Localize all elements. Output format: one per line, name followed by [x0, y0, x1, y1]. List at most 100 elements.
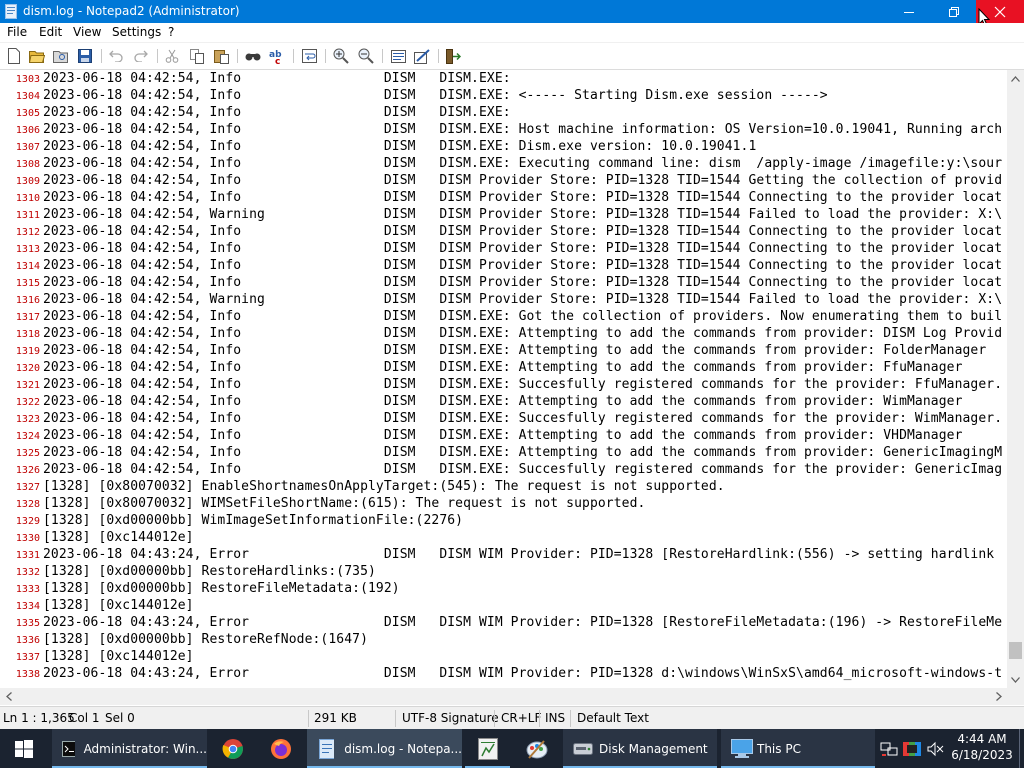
- taskbar-item-chrome[interactable]: [210, 729, 255, 768]
- zoom-in-button[interactable]: [332, 47, 350, 65]
- editor-line[interactable]: 1324 2023-06-18 04:42:54, Info DISM DISM.…: [0, 427, 1007, 444]
- line-text[interactable]: 2023-06-18 04:42:54, Info DISM DISM.EXE:…: [43, 444, 1002, 461]
- vertical-scroll-thumb[interactable]: [1009, 642, 1022, 659]
- zoom-out-button[interactable]: [357, 47, 375, 65]
- line-text[interactable]: 2023-06-18 04:42:54, Info DISM DISM.EXE:…: [43, 427, 963, 444]
- line-text[interactable]: 2023-06-18 04:43:24, Error DISM DISM WIM…: [43, 546, 994, 563]
- editor-line[interactable]: 1332 [1328] [0xd00000bb] RestoreHardlinks…: [0, 563, 1007, 580]
- line-text[interactable]: 2023-06-18 04:42:54, Warning DISM DISM P…: [43, 291, 1002, 308]
- line-text[interactable]: 2023-06-18 04:42:54, Info DISM DISM Prov…: [43, 257, 1002, 274]
- editor-line[interactable]: 1335 2023-06-18 04:43:24, Error DISM DISM…: [0, 614, 1007, 631]
- taskbar-item-notepad2[interactable]: dism.log - Notepa...: [307, 729, 462, 768]
- editor-line[interactable]: 1313 2023-06-18 04:42:54, Info DISM DISM …: [0, 240, 1007, 257]
- horizontal-scrollbar[interactable]: [0, 688, 1007, 705]
- editor-line[interactable]: 1326 2023-06-18 04:42:54, Info DISM DISM.…: [0, 461, 1007, 478]
- line-text[interactable]: 2023-06-18 04:42:54, Info DISM DISM.EXE:…: [43, 155, 1002, 172]
- copy-button[interactable]: [188, 47, 206, 65]
- cut-button[interactable]: [163, 47, 181, 65]
- editor-line[interactable]: 1320 2023-06-18 04:42:54, Info DISM DISM.…: [0, 359, 1007, 376]
- line-text[interactable]: [1328] [0xd00000bb] RestoreHardlinks:(73…: [43, 563, 376, 580]
- editor-line[interactable]: 1323 2023-06-18 04:42:54, Info DISM DISM.…: [0, 410, 1007, 427]
- line-text[interactable]: 2023-06-18 04:42:54, Info DISM DISM Prov…: [43, 189, 1002, 206]
- customize-schemes-button[interactable]: [413, 47, 431, 65]
- line-text[interactable]: 2023-06-18 04:42:54, Info DISM DISM.EXE:…: [43, 461, 1002, 478]
- editor-line[interactable]: 1318 2023-06-18 04:42:54, Info DISM DISM.…: [0, 325, 1007, 342]
- editor-line[interactable]: 1316 2023-06-18 04:42:54, Warning DISM DI…: [0, 291, 1007, 308]
- menu-file[interactable]: File: [7, 25, 27, 40]
- text-editor[interactable]: 1303 2023-06-18 04:42:54, Info DISM DISM.…: [0, 70, 1007, 688]
- new-button[interactable]: [5, 47, 23, 65]
- editor-line[interactable]: 1317 2023-06-18 04:42:54, Info DISM DISM.…: [0, 308, 1007, 325]
- editor-line[interactable]: 1330 [1328] [0xc144012e]: [0, 529, 1007, 546]
- replace-button[interactable]: ab c: [268, 47, 286, 65]
- line-text[interactable]: 2023-06-18 04:42:54, Info DISM DISM Prov…: [43, 223, 1002, 240]
- taskbar-item-this-pc[interactable]: This PC: [721, 729, 875, 768]
- line-text[interactable]: 2023-06-18 04:42:54, Info DISM DISM.EXE:…: [43, 376, 1002, 393]
- line-text[interactable]: [1328] [0x80070032] EnableShortnamesOnAp…: [43, 478, 725, 495]
- line-text[interactable]: 2023-06-18 04:42:54, Info DISM DISM Prov…: [43, 240, 1002, 257]
- editor-line[interactable]: 1334 [1328] [0xc144012e]: [0, 597, 1007, 614]
- taskbar-item-disk-management[interactable]: Disk Management: [563, 729, 717, 768]
- editor-line[interactable]: 1307 2023-06-18 04:42:54, Info DISM DISM.…: [0, 138, 1007, 155]
- restore-button[interactable]: [931, 0, 976, 23]
- scroll-right-button[interactable]: [990, 688, 1007, 705]
- editor-line[interactable]: 1309 2023-06-18 04:42:54, Info DISM DISM …: [0, 172, 1007, 189]
- scroll-down-button[interactable]: [1007, 671, 1024, 688]
- line-text[interactable]: 2023-06-18 04:42:54, Info DISM DISM.EXE:…: [43, 410, 1002, 427]
- editor-line[interactable]: 1337 [1328] [0xc144012e]: [0, 648, 1007, 665]
- redo-button[interactable]: [132, 47, 150, 65]
- menu-view[interactable]: View: [73, 25, 101, 40]
- minimize-button[interactable]: [886, 0, 931, 23]
- line-text[interactable]: 2023-06-18 04:43:24, Error DISM DISM WIM…: [43, 614, 1002, 631]
- start-button[interactable]: [0, 729, 48, 768]
- show-desktop-button[interactable]: [1019, 729, 1024, 768]
- line-text[interactable]: [1328] [0xc144012e]: [43, 597, 194, 614]
- line-text[interactable]: 2023-06-18 04:43:24, Error DISM DISM WIM…: [43, 665, 1002, 682]
- line-text[interactable]: [1328] [0xd00000bb] WimImageSetInformati…: [43, 512, 463, 529]
- editor-line[interactable]: 1336 [1328] [0xd00000bb] RestoreRefNode:(…: [0, 631, 1007, 648]
- editor-line[interactable]: 1311 2023-06-18 04:42:54, Warning DISM DI…: [0, 206, 1007, 223]
- editor-line[interactable]: 1327 [1328] [0x80070032] EnableShortnames…: [0, 478, 1007, 495]
- schemes-button[interactable]: [389, 47, 407, 65]
- line-text[interactable]: 2023-06-18 04:42:54, Info DISM DISM Prov…: [43, 274, 1002, 291]
- tray-network-icon-button[interactable]: [880, 729, 898, 768]
- find-button[interactable]: [244, 47, 262, 65]
- taskbar-item-firefox[interactable]: [258, 729, 303, 768]
- editor-line[interactable]: 1306 2023-06-18 04:42:54, Info DISM DISM.…: [0, 121, 1007, 138]
- word-wrap-button[interactable]: [300, 47, 318, 65]
- scroll-up-button[interactable]: [1007, 70, 1024, 87]
- line-text[interactable]: [1328] [0xc144012e]: [43, 529, 194, 546]
- line-text[interactable]: 2023-06-18 04:42:54, Info DISM DISM.EXE:…: [43, 121, 1002, 138]
- editor-line[interactable]: 1319 2023-06-18 04:42:54, Info DISM DISM.…: [0, 342, 1007, 359]
- line-text[interactable]: 2023-06-18 04:42:54, Info DISM DISM.EXE:…: [43, 359, 963, 376]
- line-text[interactable]: 2023-06-18 04:42:54, Info DISM DISM.EXE:…: [43, 308, 1002, 325]
- editor-line[interactable]: 1312 2023-06-18 04:42:54, Info DISM DISM …: [0, 223, 1007, 240]
- editor-line[interactable]: 1328 [1328] [0x80070032] WIMSetFileShortN…: [0, 495, 1007, 512]
- editor-line[interactable]: 1310 2023-06-18 04:42:54, Info DISM DISM …: [0, 189, 1007, 206]
- editor-line[interactable]: 1303 2023-06-18 04:42:54, Info DISM DISM.…: [0, 70, 1007, 87]
- taskbar-item-paint[interactable]: [514, 729, 559, 768]
- line-text[interactable]: 2023-06-18 04:42:54, Info DISM DISM.EXE:…: [43, 325, 1002, 342]
- line-text[interactable]: 2023-06-18 04:42:54, Warning DISM DISM P…: [43, 206, 1002, 223]
- menu-help[interactable]: ?: [168, 25, 174, 40]
- line-text[interactable]: 2023-06-18 04:42:54, Info DISM DISM Prov…: [43, 172, 1002, 189]
- status-line-endings[interactable]: CR+LF: [501, 711, 541, 726]
- line-text[interactable]: [1328] [0xc144012e]: [43, 648, 194, 665]
- editor-line[interactable]: 1322 2023-06-18 04:42:54, Info DISM DISM.…: [0, 393, 1007, 410]
- status-encoding[interactable]: UTF-8 Signature: [402, 711, 499, 726]
- line-text[interactable]: 2023-06-18 04:42:54, Info DISM DISM.EXE:…: [43, 87, 828, 104]
- taskbar-item-cmd[interactable]: Administrator: Win...: [52, 729, 207, 768]
- editor-line[interactable]: 1329 [1328] [0xd00000bb] WimImageSetInfor…: [0, 512, 1007, 529]
- editor-line[interactable]: 1314 2023-06-18 04:42:54, Info DISM DISM …: [0, 257, 1007, 274]
- line-text[interactable]: 2023-06-18 04:42:54, Info DISM DISM.EXE:…: [43, 342, 986, 359]
- open-button[interactable]: [28, 47, 46, 65]
- editor-line[interactable]: 1308 2023-06-18 04:42:54, Info DISM DISM.…: [0, 155, 1007, 172]
- taskbar-item-spreadsheet[interactable]: [465, 729, 510, 768]
- line-text[interactable]: [1328] [0xd00000bb] RestoreRefNode:(1647…: [43, 631, 368, 648]
- editor-line[interactable]: 1315 2023-06-18 04:42:54, Info DISM DISM …: [0, 274, 1007, 291]
- editor-line[interactable]: 1331 2023-06-18 04:43:24, Error DISM DISM…: [0, 546, 1007, 563]
- editor-line[interactable]: 1338 2023-06-18 04:43:24, Error DISM DISM…: [0, 665, 1007, 682]
- editor-line[interactable]: 1304 2023-06-18 04:42:54, Info DISM DISM.…: [0, 87, 1007, 104]
- line-text[interactable]: [1328] [0xd00000bb] RestoreFileMetadata:…: [43, 580, 400, 597]
- editor-line[interactable]: 1305 2023-06-18 04:42:54, Info DISM DISM.…: [0, 104, 1007, 121]
